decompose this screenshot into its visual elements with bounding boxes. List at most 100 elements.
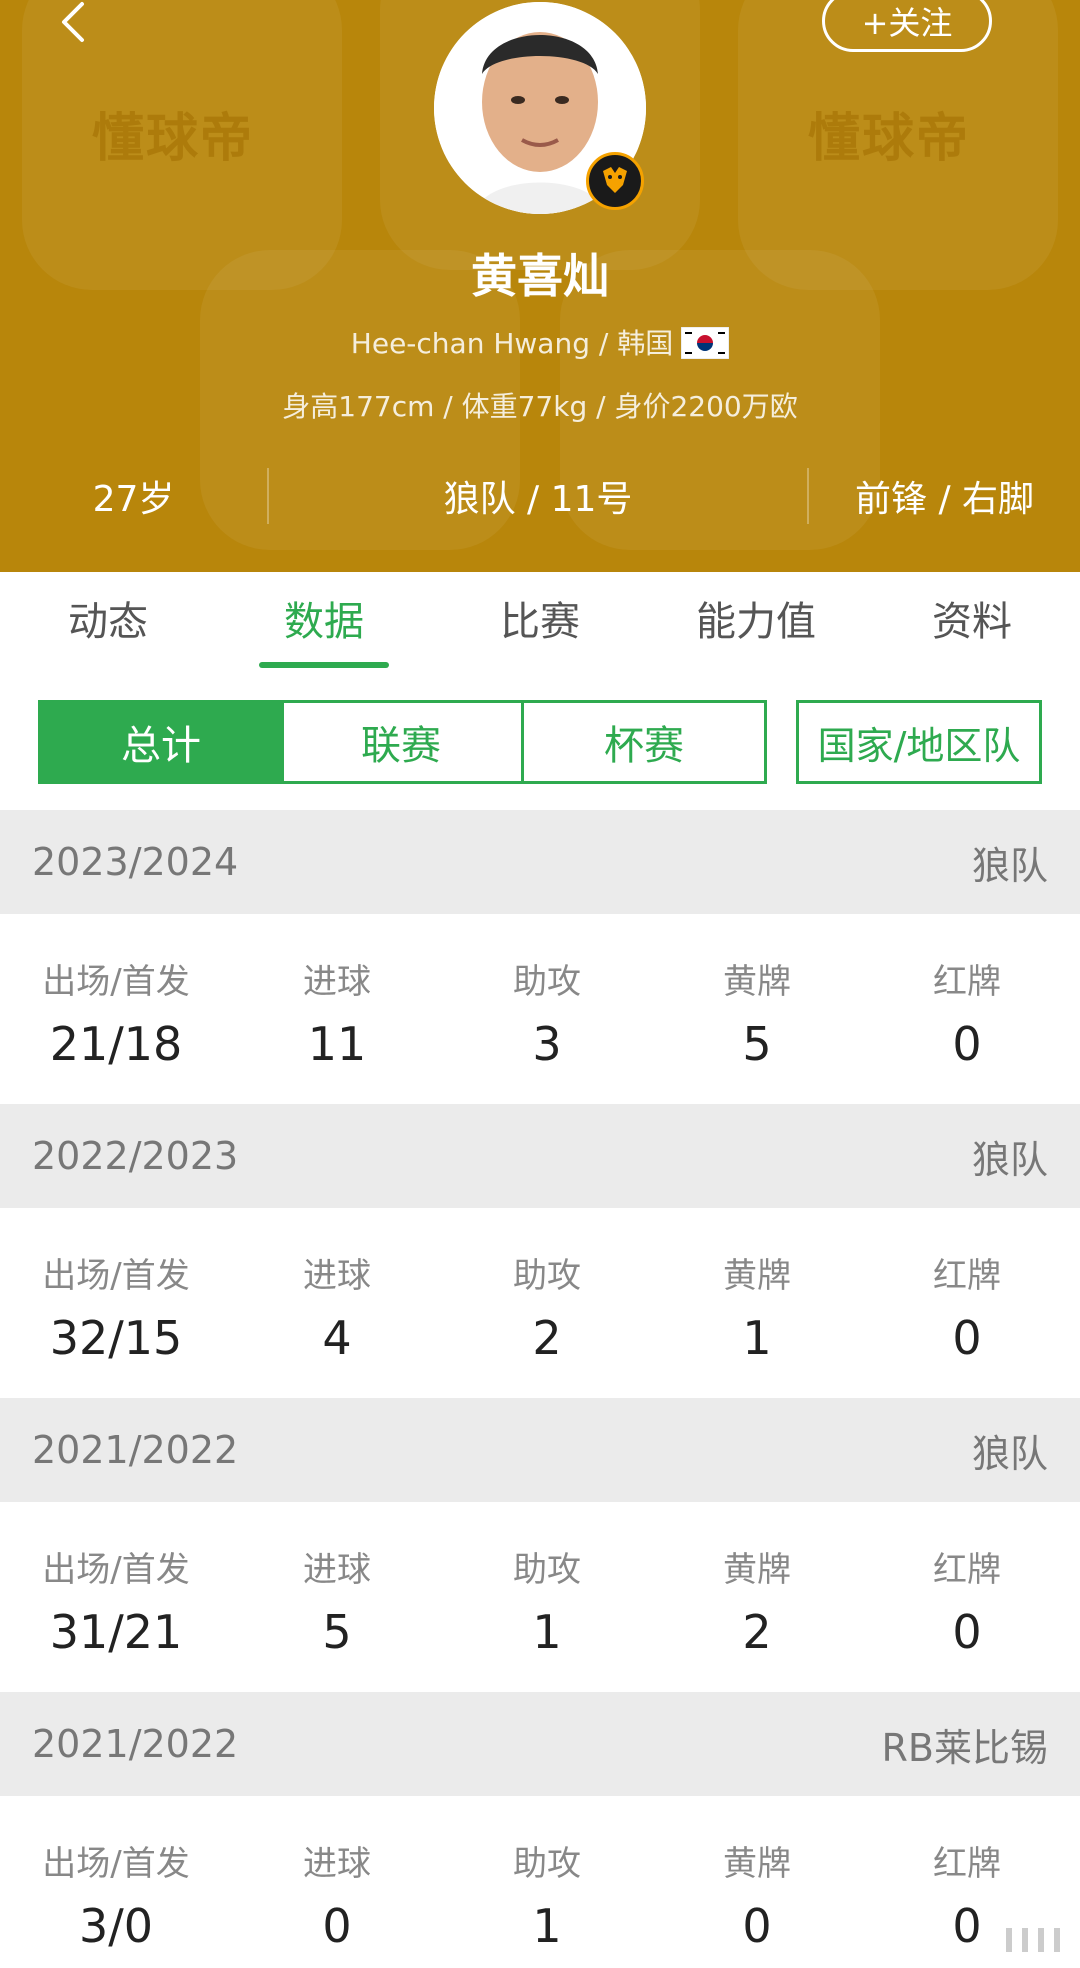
stat-appearances: 出场/首发 32/15: [0, 1208, 232, 1398]
stat-red-cards: 红牌 0: [862, 914, 1072, 1104]
chevron-left-icon: [62, 2, 84, 42]
stat-label: 出场/首发: [42, 1256, 190, 1296]
stat-value: 2: [742, 1605, 772, 1659]
stat-appearances: 出场/首发 3/0: [0, 1796, 232, 1968]
stat-label: 助攻: [513, 962, 581, 1002]
stat-label: 红牌: [933, 1844, 1001, 1884]
season-year: 2023/2024: [32, 840, 239, 884]
season-team[interactable]: 狼队: [972, 1129, 1048, 1184]
tab-dynamics[interactable]: 动态: [0, 572, 216, 672]
stat-value: 0: [322, 1899, 352, 1953]
tab-profile[interactable]: 资料: [864, 572, 1080, 672]
stat-value: 11: [307, 1017, 367, 1071]
stat-value: 1: [532, 1605, 562, 1659]
stat-goals: 进球 4: [232, 1208, 442, 1398]
stat-yellow-cards: 黄牌 5: [652, 914, 862, 1104]
stat-label: 黄牌: [723, 1550, 791, 1590]
player-team-number[interactable]: 狼队 / 11号: [269, 470, 807, 522]
season-year: 2021/2022: [32, 1428, 239, 1472]
stat-assists: 助攻 3: [442, 914, 652, 1104]
stat-label: 进球: [303, 1256, 371, 1296]
stat-label: 红牌: [933, 1550, 1001, 1590]
stat-value: 4: [322, 1311, 352, 1365]
season-stats-row: 出场/首发 3/0 进球 0 助攻 1 黄牌 0 红牌 0: [0, 1796, 1080, 1968]
stat-value: 5: [742, 1017, 772, 1071]
stat-value: 21/18: [49, 1017, 183, 1071]
season-header: 2021/2022 狼队: [0, 1398, 1080, 1502]
stat-value: 3/0: [78, 1899, 154, 1953]
filter-national-team[interactable]: 国家/地区队: [796, 700, 1042, 784]
stat-value: 31/21: [49, 1605, 183, 1659]
stat-value: 2: [532, 1311, 562, 1365]
stat-yellow-cards: 黄牌 2: [652, 1502, 862, 1692]
tab-data[interactable]: 数据: [216, 572, 432, 672]
stat-value: 1: [742, 1311, 772, 1365]
filter-league[interactable]: 联赛: [281, 700, 524, 784]
wolves-badge-icon: [586, 152, 644, 210]
stat-goals: 进球 11: [232, 914, 442, 1104]
season-year: 2021/2022: [32, 1722, 239, 1766]
stat-label: 助攻: [513, 1844, 581, 1884]
season-team[interactable]: 狼队: [972, 835, 1048, 890]
stat-assists: 助攻 2: [442, 1208, 652, 1398]
stat-value: 1: [532, 1899, 562, 1953]
stat-label: 助攻: [513, 1256, 581, 1296]
player-header: 懂球帝 懂球帝 +关注 黄喜灿 Hee-chan Hwang / 韩国 身高17…: [0, 0, 1080, 572]
player-physical-info: 身高177cm / 体重77kg / 身价2200万欧: [282, 390, 798, 423]
player-position-foot: 前锋 / 右脚: [855, 479, 1035, 520]
player-name: 黄喜灿: [471, 249, 609, 303]
season-header: 2023/2024 狼队: [0, 810, 1080, 914]
season-stats-row: 出场/首发 31/21 进球 5 助攻 1 黄牌 2 红牌 0: [0, 1502, 1080, 1692]
stat-label: 黄牌: [723, 1844, 791, 1884]
stat-red-cards: 红牌 0: [862, 1502, 1072, 1692]
stat-value: 0: [742, 1899, 772, 1953]
stat-value: 0: [952, 1017, 982, 1071]
stat-appearances: 出场/首发 21/18: [0, 914, 232, 1104]
stat-label: 进球: [303, 1550, 371, 1590]
season-header: 2022/2023 狼队: [0, 1104, 1080, 1208]
tab-ability[interactable]: 能力值: [648, 572, 864, 672]
stat-value: 0: [952, 1311, 982, 1365]
watermark-logo: 懂球帝: [92, 109, 255, 169]
name-country-text: Hee-chan Hwang / 韩国: [350, 327, 674, 360]
more-dots-icon[interactable]: [1000, 1920, 1070, 1960]
korea-flag-icon: [680, 326, 730, 360]
watermark-logo: 懂球帝: [808, 109, 971, 169]
stat-label: 红牌: [933, 962, 1001, 1002]
stat-label: 出场/首发: [42, 1550, 190, 1590]
stat-yellow-cards: 黄牌 0: [652, 1796, 862, 1968]
stat-label: 进球: [303, 1844, 371, 1884]
player-age: 27岁: [92, 479, 175, 520]
stat-label: 出场/首发: [42, 1844, 190, 1884]
stat-label: 出场/首发: [42, 962, 190, 1002]
stat-label: 进球: [303, 962, 371, 1002]
player-name-country: Hee-chan Hwang / 韩国: [0, 322, 1080, 362]
stat-red-cards: 红牌 0: [862, 1208, 1072, 1398]
stat-value: 3: [532, 1017, 562, 1071]
profile-tabs: 动态 数据 比赛 能力值 资料: [0, 572, 1080, 672]
stat-assists: 助攻 1: [442, 1502, 652, 1692]
stat-value: 5: [322, 1605, 352, 1659]
filter-total[interactable]: 总计: [38, 700, 284, 784]
follow-button[interactable]: +关注: [822, 0, 992, 52]
stat-assists: 助攻 1: [442, 1796, 652, 1968]
stat-yellow-cards: 黄牌 1: [652, 1208, 862, 1398]
filter-cup[interactable]: 杯赛: [521, 700, 767, 784]
stat-label: 黄牌: [723, 962, 791, 1002]
season-stats-row: 出场/首发 32/15 进球 4 助攻 2 黄牌 1 红牌 0: [0, 1208, 1080, 1398]
stat-label: 黄牌: [723, 1256, 791, 1296]
stat-appearances: 出场/首发 31/21: [0, 1502, 232, 1692]
season-header: 2021/2022 RB莱比锡: [0, 1692, 1080, 1796]
season-stats-row: 出场/首发 21/18 进球 11 助攻 3 黄牌 5 红牌 0: [0, 914, 1080, 1104]
season-year: 2022/2023: [32, 1134, 239, 1178]
season-team[interactable]: RB莱比锡: [882, 1717, 1048, 1772]
stat-goals: 进球 5: [232, 1502, 442, 1692]
tab-matches[interactable]: 比赛: [432, 572, 648, 672]
player-info-row: 27岁 狼队 / 11号 前锋 / 右脚: [0, 468, 1080, 524]
stat-label: 助攻: [513, 1550, 581, 1590]
stat-value: 0: [952, 1605, 982, 1659]
back-button[interactable]: [54, 0, 94, 50]
season-team[interactable]: 狼队: [972, 1423, 1048, 1478]
competition-filter: 总计 联赛 杯赛 国家/地区队: [38, 700, 1042, 784]
stat-value: 32/15: [49, 1311, 183, 1365]
